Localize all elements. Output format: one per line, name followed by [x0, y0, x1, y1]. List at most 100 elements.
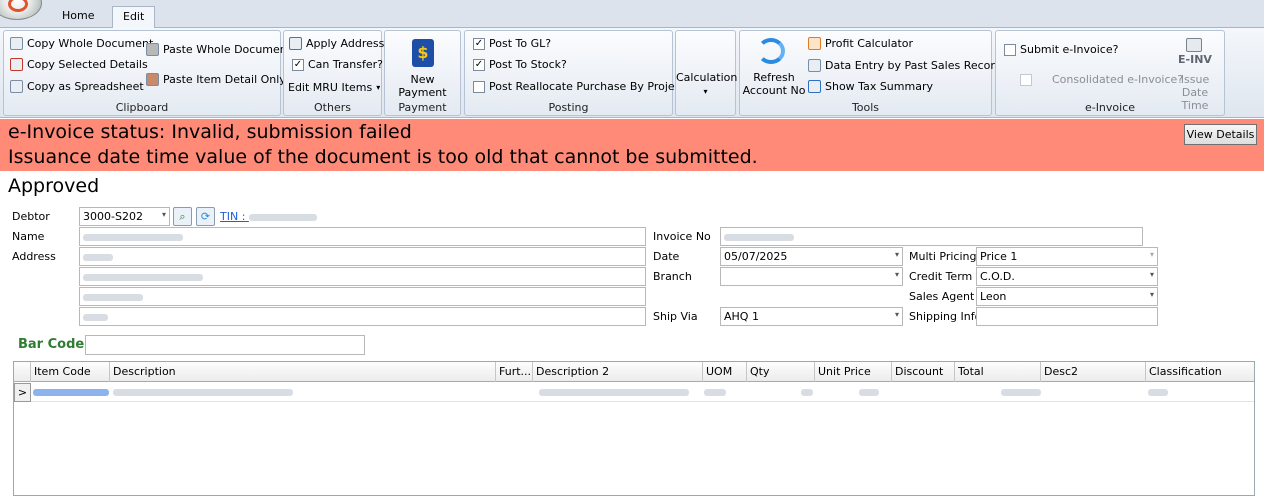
checkbox-post-reallocate[interactable] — [473, 80, 485, 93]
data-entry-past-sales-button[interactable]: Data Entry by Past Sales Records — [808, 59, 1007, 72]
debtor-refresh-icon[interactable]: ⟳ — [196, 207, 215, 226]
col-uom[interactable]: UOM — [702, 362, 746, 382]
group-clipboard: Copy Whole Document Copy Selected Detail… — [3, 30, 291, 116]
debtor-combo[interactable]: 3000-S202 ▾ — [79, 207, 170, 226]
chevron-down-icon: ▾ — [1149, 250, 1154, 259]
row-indicator[interactable]: > — [14, 383, 31, 402]
group-label-others: Others — [314, 101, 351, 114]
chevron-down-icon: ▾ — [1149, 290, 1154, 299]
group-posting: ✓ Post To GL? ✓ Post To Stock? Post Reallo… — [464, 30, 691, 116]
refresh-account-no-button[interactable]: Refresh Account No — [742, 71, 806, 97]
date-picker[interactable]: 05/07/2025 ▾ — [720, 247, 903, 266]
paste-item-icon — [146, 73, 159, 86]
cell-uom-redacted — [704, 389, 726, 396]
can-transfer-checkbox[interactable]: ✓ Can Transfer? — [292, 58, 383, 71]
multi-pricing-label: Multi Pricing — [909, 250, 977, 263]
name-label: Name — [12, 230, 45, 243]
invoice-no-field[interactable] — [720, 227, 1143, 246]
apply-address-button[interactable]: Apply Address — [289, 37, 384, 50]
group-label-payment: Payment — [398, 101, 447, 114]
calendar-clock-icon — [1186, 38, 1202, 52]
group-tools: Refresh Account No Profit Calculator Data… — [739, 30, 1007, 116]
col-description-2[interactable]: Description 2 — [532, 362, 702, 382]
address-arrow-icon — [289, 37, 302, 50]
multi-pricing-combo[interactable]: Price 1 ▾ — [976, 247, 1158, 266]
post-reallocate-checkbox[interactable]: Post Reallocate Purchase By Project? — [473, 80, 691, 93]
debtor-label: Debtor — [12, 210, 50, 223]
tax-summary-icon — [808, 80, 821, 93]
tab-home[interactable]: Home — [52, 6, 104, 28]
copy-as-spreadsheet-button[interactable]: Copy as Spreadsheet — [10, 80, 144, 93]
copy-selected-details-button[interactable]: Copy Selected Details — [10, 58, 148, 71]
tin-link[interactable]: TIN : — [220, 210, 317, 223]
show-tax-summary-button[interactable]: Show Tax Summary — [808, 80, 933, 93]
group-payment: $ New Payment Payment — [384, 30, 461, 116]
ribbon-tab-bar — [0, 0, 1264, 28]
table-row[interactable] — [31, 383, 1254, 402]
address-line-2[interactable] — [79, 267, 646, 286]
tab-edit[interactable]: Edit — [112, 6, 156, 28]
cell-description-2-redacted — [539, 389, 689, 396]
branch-combo[interactable]: ▾ — [720, 267, 903, 286]
cell-total-redacted — [1001, 389, 1041, 396]
paste-whole-document-button[interactable]: Paste Whole Document — [146, 43, 291, 56]
sales-agent-combo[interactable]: Leon ▾ — [976, 287, 1158, 306]
consolidated-e-invoice-checkbox[interactable]: Consolidated e-Invoice? — [1020, 73, 1183, 86]
sales-agent-label: Sales Agent — [909, 290, 975, 303]
credit-term-combo[interactable]: C.O.D. ▾ — [976, 267, 1158, 286]
address-line-3[interactable] — [79, 287, 646, 306]
new-payment-icon: $ — [412, 39, 434, 67]
post-to-gl-checkbox[interactable]: ✓ Post To GL? — [473, 37, 551, 50]
edit-mru-items-dropdown[interactable]: Edit MRU Items ▾ — [288, 81, 380, 94]
cell-description-redacted — [113, 389, 293, 396]
cell-qty-redacted — [801, 389, 813, 396]
ship-via-combo[interactable]: AHQ 1 ▾ — [720, 307, 903, 326]
checkbox-post-stock[interactable]: ✓ — [473, 58, 485, 71]
profit-calculator-icon — [808, 37, 821, 50]
invoice-no-label: Invoice No — [653, 230, 711, 243]
copy-whole-document-button[interactable]: Copy Whole Document — [10, 37, 153, 50]
barcode-label: Bar Code — [18, 337, 85, 352]
view-details-button[interactable]: View Details — [1184, 124, 1257, 145]
col-further-description[interactable]: Furt... — [495, 362, 532, 382]
col-classification[interactable]: Classification — [1145, 362, 1254, 382]
barcode-input[interactable] — [85, 335, 365, 355]
shipping-info-field[interactable] — [976, 307, 1158, 326]
checkbox-submit-e-invoice[interactable] — [1004, 43, 1016, 56]
new-payment-button[interactable]: New Payment — [385, 73, 460, 99]
address-line-4[interactable] — [79, 307, 646, 326]
profit-calculator-button[interactable]: Profit Calculator — [808, 37, 913, 50]
col-discount[interactable]: Discount — [891, 362, 954, 382]
col-desc2[interactable]: Desc2 — [1040, 362, 1145, 382]
chevron-down-icon: ▾ — [703, 87, 708, 96]
cell-item-code-redacted — [33, 389, 109, 396]
col-qty[interactable]: Qty — [746, 362, 814, 382]
col-item-code[interactable]: Item Code — [30, 362, 109, 382]
group-label-posting: Posting — [548, 101, 589, 114]
e-inv-label: E-INV — [1178, 53, 1212, 66]
credit-term-label: Credit Term — [909, 270, 973, 283]
paste-item-detail-only-button[interactable]: Paste Item Detail Only — [146, 73, 286, 86]
search-records-icon — [808, 59, 821, 72]
col-description[interactable]: Description — [109, 362, 495, 382]
debtor-lookup-icon[interactable]: ⌕ — [173, 207, 192, 226]
chevron-down-icon: ▾ — [376, 83, 381, 92]
group-label-tools: Tools — [851, 101, 880, 114]
submit-e-invoice-checkbox[interactable]: Submit e-Invoice? — [1004, 43, 1118, 56]
checkbox-consolidated[interactable] — [1020, 73, 1032, 86]
grid-header: Item Code Description Furt... Descriptio… — [14, 362, 1254, 382]
checkbox-can-transfer[interactable]: ✓ — [292, 58, 304, 71]
post-to-stock-checkbox[interactable]: ✓ Post To Stock? — [473, 58, 567, 71]
name-field[interactable] — [79, 227, 646, 246]
group-calculation: Calculation ▾ — [675, 30, 737, 116]
copy-selected-icon — [10, 58, 23, 71]
calculation-dropdown[interactable]: Calculation ▾ — [676, 71, 737, 98]
address-line-1[interactable] — [79, 247, 646, 266]
e-invoice-status-text: e-Invoice status: Invalid, submission fa… — [8, 121, 412, 143]
col-unit-price[interactable]: Unit Price — [814, 362, 891, 382]
address-label: Address — [12, 250, 56, 263]
chevron-down-icon: ▾ — [894, 270, 899, 279]
col-total[interactable]: Total — [954, 362, 1040, 382]
checkbox-post-gl[interactable]: ✓ — [473, 37, 485, 50]
chevron-down-icon: ▾ — [894, 310, 899, 319]
